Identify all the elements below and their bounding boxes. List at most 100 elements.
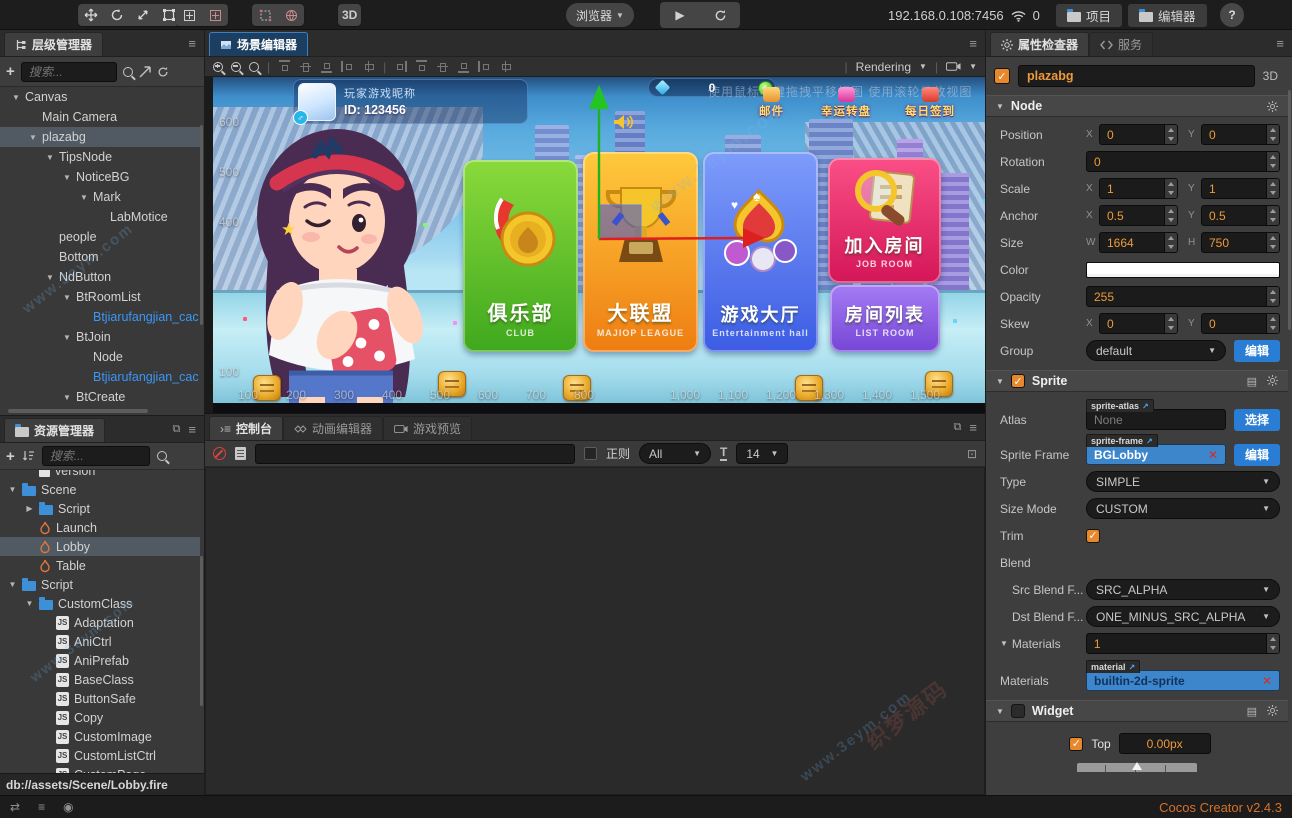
hierarchy-node[interactable]: ▼TipsNode <box>0 147 200 167</box>
rect-gizmo-icon[interactable] <box>252 4 278 26</box>
distribute-bottom-icon[interactable] <box>457 60 470 73</box>
position-y-field[interactable]: 0 <box>1201 124 1280 145</box>
hierarchy-node[interactable]: ▼BtRoomList <box>0 287 200 307</box>
widget-alignment-graphic[interactable] <box>1077 763 1197 772</box>
asset-item[interactable]: ▼Script <box>0 575 200 594</box>
hierarchy-node[interactable]: ▼BtCreate <box>0 387 200 407</box>
sprite-frame-field[interactable]: BGLobby✕ <box>1086 444 1226 465</box>
gear-icon[interactable] <box>1267 101 1278 112</box>
assets-vscrollbar[interactable] <box>200 556 203 706</box>
preview-visibility-icon[interactable]: ◉ <box>63 800 73 814</box>
open-editor-button[interactable]: 编辑器 <box>1128 4 1207 27</box>
align-vcenter-icon[interactable] <box>299 60 312 73</box>
refresh-icon[interactable] <box>157 66 169 78</box>
asset-item[interactable]: JSCopy <box>0 708 200 727</box>
expand-arrow-icon[interactable]: ▼ <box>29 133 39 142</box>
clear-icon[interactable]: ✕ <box>1202 448 1218 462</box>
expand-arrow-icon[interactable]: ▼ <box>63 293 73 302</box>
asset-item[interactable]: JSCustomPage <box>0 765 200 773</box>
hierarchy-node[interactable]: ▼NdButton <box>0 267 200 287</box>
position-x-field[interactable]: 0 <box>1099 124 1178 145</box>
scene-viewport[interactable]: ★ <box>205 77 985 413</box>
chevron-down-icon[interactable]: ▼ <box>1000 639 1008 648</box>
sort-icon[interactable] <box>22 450 35 462</box>
group-select[interactable]: default▼ <box>1086 340 1226 361</box>
clear-icon[interactable]: ✕ <box>1256 674 1272 688</box>
assets-search-input[interactable] <box>42 446 150 466</box>
scale-x-field[interactable]: 1 <box>1099 178 1178 199</box>
help-doc-icon[interactable]: ▤ <box>1247 375 1257 388</box>
log-level-select[interactable]: All▼ <box>639 443 711 464</box>
rotate-tool-icon[interactable] <box>104 4 130 26</box>
size-mode-select[interactable]: CUSTOM▼ <box>1086 498 1280 519</box>
rotation-mode-icon[interactable] <box>202 4 228 26</box>
tab-assets[interactable]: 资源管理器 <box>4 418 105 442</box>
tab-animation-editor[interactable]: 动画编辑器 <box>283 416 383 440</box>
asset-item[interactable]: JSCustomListCtrl <box>0 746 200 765</box>
edit-sprite-frame-button[interactable]: 编辑 <box>1234 444 1280 466</box>
tab-hierarchy[interactable]: 层级管理器 <box>4 32 103 56</box>
search-icon[interactable] <box>157 451 167 461</box>
expand-arrow-icon[interactable]: ▼ <box>46 273 56 282</box>
hierarchy-tree[interactable]: ▼CanvasMain Camera▼plazabg▼TipsNode▼Noti… <box>0 87 200 407</box>
scale-tool-icon[interactable] <box>130 4 156 26</box>
distribute-vcenter-icon[interactable] <box>436 60 449 73</box>
asset-item[interactable]: ▼CustomClass <box>0 594 200 613</box>
color-swatch[interactable] <box>1086 262 1280 278</box>
hierarchy-node[interactable]: ▼NoticeBG <box>0 167 200 187</box>
node-active-checkbox[interactable]: ✓ <box>994 68 1010 84</box>
panel-menu-icon[interactable]: ≡ <box>961 36 985 51</box>
asset-item[interactable]: JSButtonSafe <box>0 689 200 708</box>
sync-icon[interactable]: ⇄ <box>10 800 20 814</box>
align-left-icon[interactable] <box>341 60 354 73</box>
hierarchy-node[interactable]: ▼Mark <box>0 187 200 207</box>
asset-item[interactable]: JSAniCtrl <box>0 632 200 651</box>
browser-select[interactable]: 浏览器▼ <box>566 3 634 27</box>
asset-item[interactable]: Table <box>0 556 200 575</box>
edit-group-button[interactable]: 编辑 <box>1234 340 1280 362</box>
inspector-vscrollbar[interactable] <box>1288 90 1291 330</box>
hierarchy-node[interactable]: Bottom <box>0 247 200 267</box>
hierarchy-vscrollbar[interactable] <box>200 125 203 325</box>
align-right-icon[interactable] <box>394 60 407 73</box>
rendering-mode-select[interactable]: Rendering <box>856 60 911 74</box>
popout-icon[interactable]: ⧉ <box>173 423 181 436</box>
tab-services[interactable]: 服务 <box>1089 32 1153 56</box>
tab-game-preview[interactable]: 游戏预览 <box>383 416 472 440</box>
expand-arrow-icon[interactable]: ▶ <box>25 504 34 513</box>
expand-arrow-icon[interactable]: ▼ <box>46 153 56 162</box>
assets-tree[interactable]: version▼Scene▶ScriptLaunchLobbyTable▼Scr… <box>0 470 200 773</box>
anchor-y-field[interactable]: 0.5 <box>1201 205 1280 226</box>
distribute-hcenter-icon[interactable] <box>499 60 512 73</box>
hierarchy-node[interactable]: Node <box>0 347 200 367</box>
hierarchy-node[interactable]: ▼Canvas <box>0 87 200 107</box>
node-section-header[interactable]: ▼ Node <box>986 95 1288 117</box>
sprite-section-header[interactable]: ▼ ✓ Sprite ▤ <box>986 370 1288 392</box>
align-top-icon[interactable] <box>278 60 291 73</box>
trim-checkbox[interactable]: ✓ <box>1086 529 1100 543</box>
open-project-button[interactable]: 项目 <box>1056 4 1122 27</box>
rotation-field[interactable]: 0 <box>1086 151 1280 172</box>
collapse-icon[interactable]: ⊡ <box>967 447 977 461</box>
sprite-enabled-checkbox[interactable]: ✓ <box>1011 374 1025 388</box>
console-filter-input[interactable] <box>255 444 575 464</box>
gear-icon[interactable] <box>1267 705 1278 716</box>
widget-section-header[interactable]: ▼ ✓ Widget ▤ <box>986 700 1288 722</box>
open-log-icon[interactable] <box>235 447 246 460</box>
expand-arrow-icon[interactable]: ▼ <box>12 93 22 102</box>
widget-top-field[interactable]: 0.00px <box>1119 733 1211 754</box>
widget-enabled-checkbox[interactable]: ✓ <box>1011 704 1025 718</box>
refresh-button[interactable] <box>700 4 740 26</box>
font-size-select[interactable]: 14▼ <box>736 443 788 464</box>
materials-count-field[interactable]: 1 <box>1086 633 1280 654</box>
popout-icon[interactable]: ⧉ <box>954 421 962 434</box>
view-3d-toggle[interactable]: 3D <box>338 4 361 26</box>
asset-item[interactable]: JSAniPrefab <box>0 651 200 670</box>
move-tool-icon[interactable] <box>78 4 104 26</box>
help-button[interactable]: ? <box>1220 3 1244 27</box>
asset-item[interactable]: JSAdaptation <box>0 613 200 632</box>
expand-arrow-icon[interactable]: ▼ <box>63 173 73 182</box>
expand-arrow-icon[interactable]: ▼ <box>80 193 90 202</box>
distribute-left-icon[interactable] <box>478 60 491 73</box>
skew-x-field[interactable]: 0 <box>1099 313 1178 334</box>
